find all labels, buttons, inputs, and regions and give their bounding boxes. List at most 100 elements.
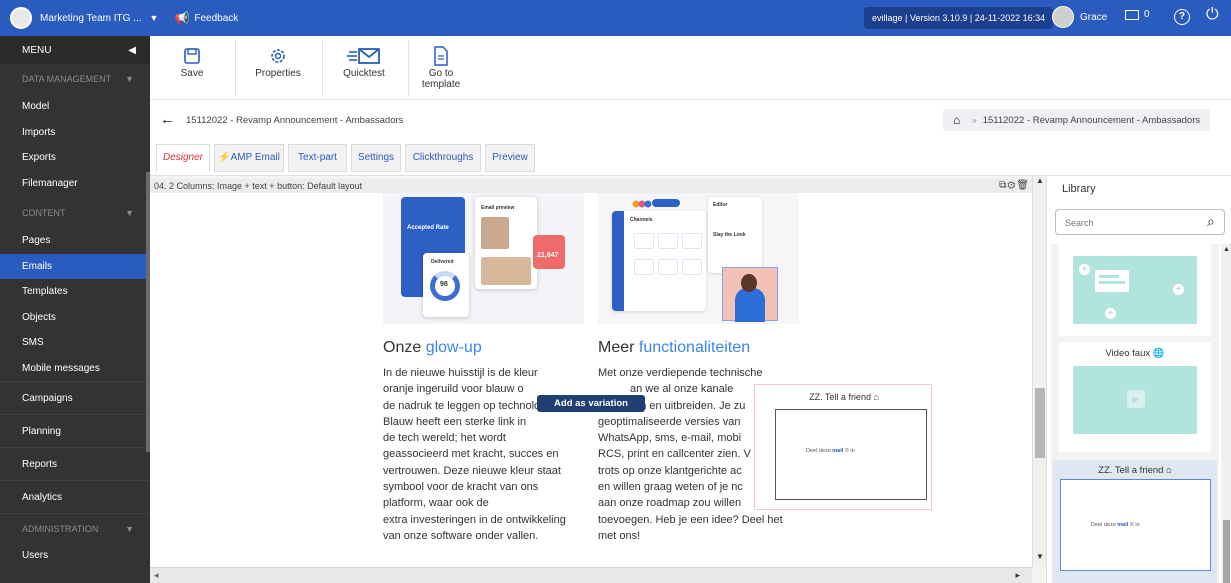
org-switcher[interactable]: Marketing Team ITG ... ▼	[0, 7, 158, 29]
column-1-text[interactable]: In de nieuwe huisstijl is de kleur oranj…	[383, 365, 585, 544]
channel-cell	[658, 259, 678, 275]
accepted-rate-label: Accepted Rate	[407, 225, 449, 231]
tab-preview[interactable]: Preview	[485, 144, 535, 172]
sidebar-item-objects[interactable]: Objects	[0, 305, 150, 331]
channels-panel: Channels	[612, 211, 706, 311]
quicktest-button[interactable]: Quicktest	[341, 44, 387, 79]
channel-cell	[658, 233, 678, 249]
scroll-thumb[interactable]	[1223, 520, 1230, 583]
library-item-video-faux[interactable]: Video faux 🌐 ▶	[1059, 342, 1211, 452]
search-placeholder: Search	[1065, 218, 1094, 228]
back-arrow-icon[interactable]: ←	[160, 111, 175, 128]
drop-title-text: ZZ. Tell a friend	[809, 392, 871, 402]
go-to-template-button[interactable]: Go to template	[418, 44, 464, 90]
title-plain: Onze	[383, 339, 426, 356]
feedback-label: Feedback	[194, 12, 239, 24]
sidebar-item-reports[interactable]: Reports	[0, 447, 150, 480]
channel-cell	[682, 233, 702, 249]
block-actions: ⧉⚙🗑	[999, 179, 1030, 193]
messages-button[interactable]: 0	[1125, 9, 1150, 20]
pill-badge	[652, 199, 680, 207]
library-search-input[interactable]: Search ⌕	[1055, 209, 1225, 235]
tab-label: AMP Email	[230, 152, 280, 163]
library-scrollbar[interactable]: ▲	[1221, 244, 1231, 583]
editor-horizontal-scrollbar[interactable]: ◂ ▸	[150, 567, 1032, 583]
properties-button[interactable]: Properties	[254, 44, 302, 79]
channel-cell	[634, 233, 654, 249]
woman-photo	[722, 267, 778, 322]
version-badge: evillage | Version 3.10.9 | 24-11-2022 1…	[864, 7, 1054, 29]
feedback-button[interactable]: 📢 Feedback	[174, 11, 238, 25]
sidebar-item-model[interactable]: Model	[0, 94, 150, 120]
tab-designer[interactable]: Designer	[156, 144, 210, 172]
search-icon[interactable]: ⌕	[1207, 213, 1215, 230]
scroll-thumb[interactable]	[1035, 388, 1045, 458]
sidebar-item-emails[interactable]: Emails	[0, 253, 150, 279]
add-as-variation-button[interactable]: Add as variation	[537, 395, 645, 412]
model-photo	[481, 257, 531, 285]
delivered-label: Delivered	[431, 259, 454, 265]
sidebar-item-pages[interactable]: Pages	[0, 228, 150, 254]
send-mail-icon	[341, 44, 387, 68]
power-icon[interactable]: ⏻	[1206, 6, 1219, 24]
channel-cell	[634, 259, 654, 275]
delivered-card: Delivered 98	[423, 253, 469, 317]
user-menu[interactable]: Grace	[1052, 6, 1107, 28]
sidebar-item-exports[interactable]: Exports	[0, 145, 150, 171]
editor-card: Editor Slay the Look	[708, 197, 762, 273]
share-link: mail	[1117, 522, 1129, 528]
sidebar-item-imports[interactable]: Imports	[0, 120, 150, 146]
scroll-up-icon[interactable]: ▲	[1223, 246, 1230, 253]
section-data-management[interactable]: DATA MANAGEMENT ▼	[0, 64, 150, 94]
scroll-up-icon[interactable]: ▲	[1036, 176, 1044, 185]
sidebar-item-users[interactable]: Users	[0, 543, 150, 569]
social-icons: © in	[844, 448, 855, 454]
gear-icon[interactable]: ⚙	[1007, 180, 1016, 191]
tab-text-part[interactable]: Text-part	[288, 144, 347, 172]
library-item-tell-a-friend[interactable]: ZZ. Tell a friend ⌂ Deel deze mail © in	[1053, 460, 1217, 583]
menu-label: MENU	[22, 44, 52, 56]
plus-icon: +	[1105, 308, 1116, 319]
sidebar-item-campaigns[interactable]: Campaigns	[0, 381, 150, 414]
home-icon[interactable]: ⌂	[953, 113, 960, 127]
copy-icon[interactable]: ⧉	[999, 180, 1007, 191]
scroll-left-icon[interactable]: ◂	[154, 570, 159, 581]
dragged-block-tell-a-friend[interactable]: ZZ. Tell a friend ⌂ Deel deze mail © in	[754, 384, 932, 510]
section-content[interactable]: CONTENT ▼	[0, 198, 150, 228]
trash-icon[interactable]: 🗑	[1016, 180, 1030, 191]
sidebar-item-analytics[interactable]: Analytics	[0, 480, 150, 513]
scroll-right-icon[interactable]: ▸	[1015, 570, 1020, 581]
text-line: van onze software onder vallen.	[383, 529, 539, 542]
menu-header[interactable]: MENU ◀	[0, 36, 150, 64]
sidebar-item-filemanager[interactable]: Filemanager	[0, 171, 150, 197]
play-icon: ▶	[1127, 390, 1145, 408]
email-canvas[interactable]: Accepted Rate Email preview Delivered 98…	[150, 193, 1032, 567]
breadcrumb-item[interactable]: 15112022 - Revamp Announcement - Ambassa…	[983, 115, 1200, 126]
sidebar-item-mobile-messages[interactable]: Mobile messages	[0, 356, 150, 382]
editor-toolbar: Save Properties Quicktest Go to template	[150, 36, 1231, 100]
library-item[interactable]: + + +	[1059, 244, 1211, 336]
editor-vertical-scrollbar[interactable]: ▲ ▼	[1032, 176, 1046, 567]
library-list: + + + Video faux 🌐 ▶ ZZ. Tell a friend ⌂…	[1051, 244, 1219, 583]
block-header: 04. 2 Columns: Image + text + button: De…	[150, 179, 1036, 193]
section-administration[interactable]: ADMINISTRATION ▼	[0, 513, 150, 543]
glow-up-image: Accepted Rate Email preview Delivered 98…	[383, 193, 584, 324]
text-line: symbool voor de kracht van ons	[383, 481, 539, 494]
sidebar-item-sms[interactable]: SMS	[0, 330, 150, 356]
save-button[interactable]: Save	[172, 44, 212, 79]
scroll-down-icon[interactable]: ▼	[1036, 552, 1044, 561]
collapse-icon[interactable]: ◀	[128, 45, 136, 56]
help-icon[interactable]: ?	[1174, 9, 1190, 25]
library-title: Library	[1062, 183, 1096, 195]
column-2-title[interactable]: Meer functionaliteiten	[598, 339, 750, 357]
sidebar-item-templates[interactable]: Templates	[0, 279, 150, 305]
chevron-down-icon: ▼	[125, 208, 134, 218]
save-icon	[172, 44, 212, 68]
sidebar-item-planning[interactable]: Planning	[0, 414, 150, 447]
tab-amp-email[interactable]: ⚡AMP Email	[214, 144, 284, 172]
title-plain: Meer	[598, 339, 639, 356]
tell-a-friend-label: ZZ. Tell a friend ⌂	[1053, 465, 1217, 476]
column-1-title[interactable]: Onze glow-up	[383, 339, 482, 357]
tab-settings[interactable]: Settings	[351, 144, 401, 172]
tab-clickthroughs[interactable]: Clickthroughs	[405, 144, 481, 172]
